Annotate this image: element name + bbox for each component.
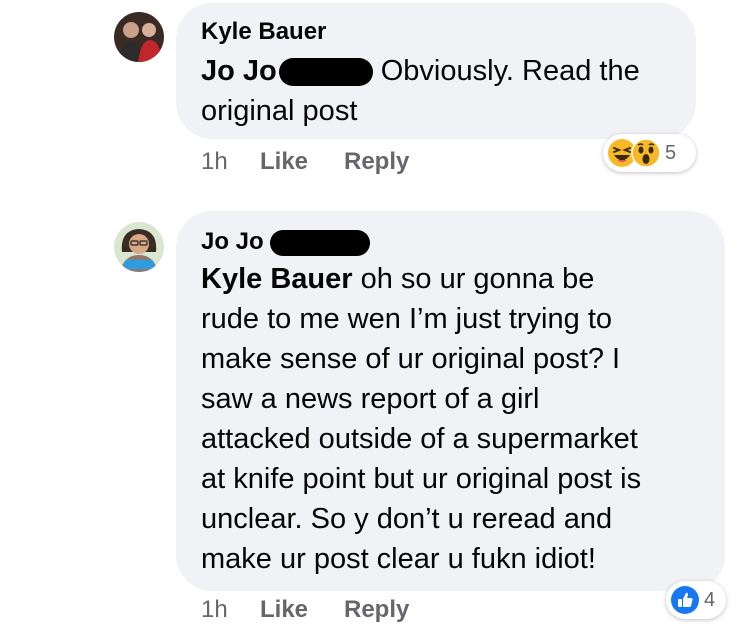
comment-body-line: at knife point but ur original post is: [201, 463, 642, 495]
comment-body-line: saw a news report of a girl: [201, 383, 540, 415]
comment-actions: 1h Like Reply: [201, 596, 441, 626]
comment-author-label[interactable]: Jo Jo: [201, 228, 264, 255]
redaction-bar: [269, 229, 370, 256]
comment-author-name[interactable]: Kyle Bauer: [201, 18, 326, 46]
comment-body-line: original post: [201, 95, 358, 127]
comment-timestamp[interactable]: 1h: [201, 596, 228, 624]
like-button[interactable]: Like: [260, 596, 308, 624]
comment-actions: 1h Like Reply: [201, 148, 441, 178]
like-button[interactable]: Like: [260, 148, 308, 176]
comment-body-line: attacked outside of a supermarket: [201, 423, 638, 455]
reaction-count: 5: [665, 141, 677, 164]
comment-body-line: make sense of ur original post? I: [201, 343, 621, 375]
comment-body-line: rude to me wen I’m just trying to: [201, 303, 612, 335]
comment-body-line: make ur post clear u fukn idiot!: [201, 543, 596, 575]
comment-body-line: oh so ur gonna be: [360, 263, 595, 295]
avatar-kyle-bauer[interactable]: [114, 12, 164, 62]
profile-photo-icon: [114, 12, 164, 62]
comment-text: Jo Jo Obviously. Read the original post: [201, 51, 691, 131]
mention-link[interactable]: Kyle Bauer: [201, 263, 353, 295]
reaction-summary[interactable]: 4: [666, 581, 726, 619]
wow-emoji-icon: [631, 138, 661, 168]
reply-button[interactable]: Reply: [344, 148, 409, 176]
comment-text: Kyle Bauer oh so ur gonna be rude to me …: [201, 259, 721, 579]
like-thumb-icon: [670, 585, 700, 615]
reaction-summary[interactable]: 5: [603, 134, 696, 172]
mention-link[interactable]: Jo Jo: [201, 55, 277, 87]
comment-body: Obviously. Read the: [380, 55, 640, 87]
avatar-jo-jo[interactable]: [114, 222, 164, 272]
reaction-count: 4: [704, 588, 716, 611]
comment-timestamp[interactable]: 1h: [201, 148, 228, 176]
redaction-bar: [278, 58, 373, 87]
reply-button[interactable]: Reply: [344, 596, 409, 624]
profile-photo-icon: [114, 222, 164, 272]
comment-author-name[interactable]: Jo Jo: [201, 228, 370, 256]
comment-body-line: unclear. So y don’t u reread and: [201, 503, 613, 535]
